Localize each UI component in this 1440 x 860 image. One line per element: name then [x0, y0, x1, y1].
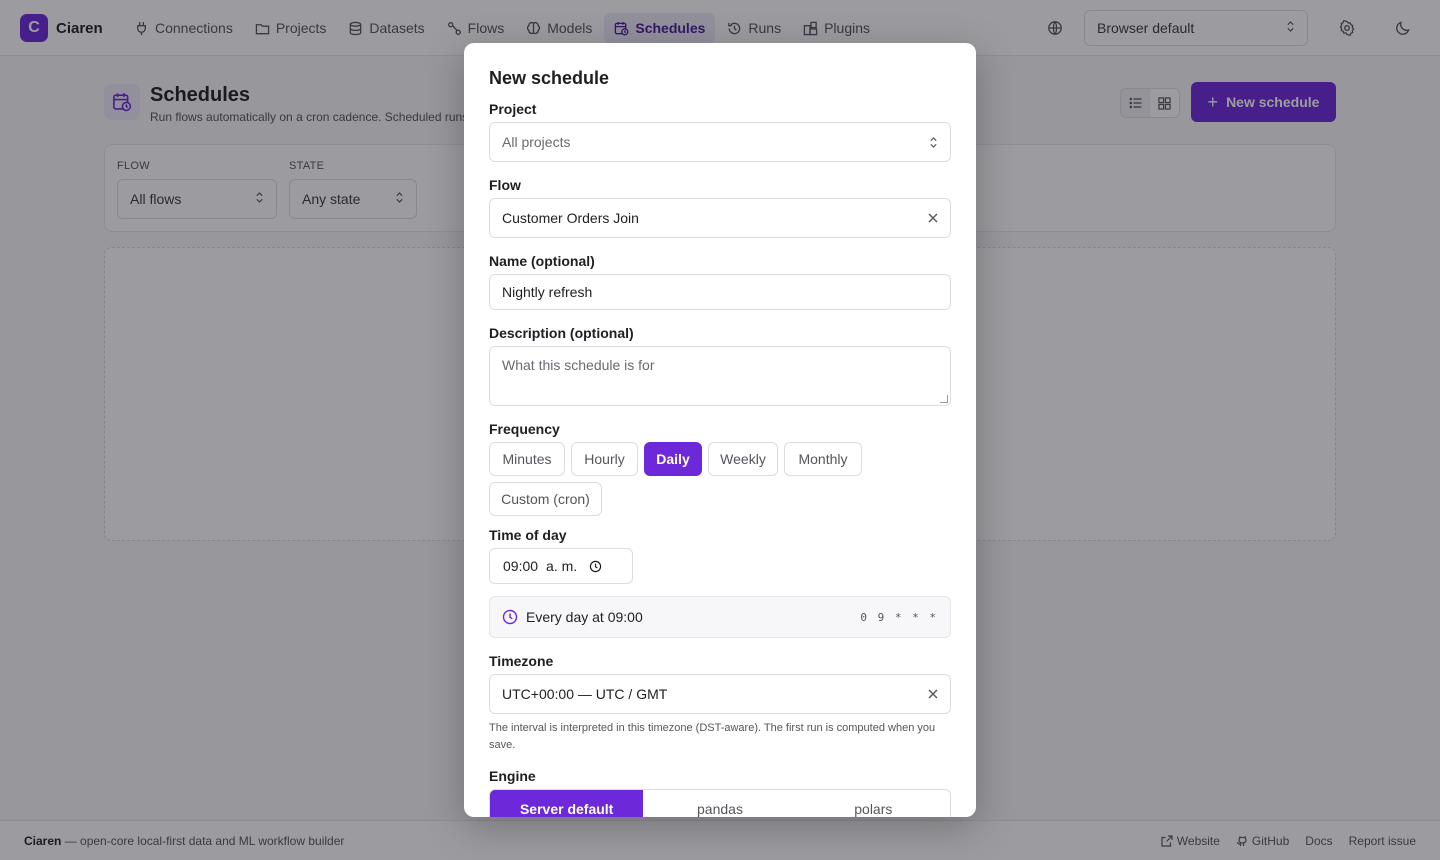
engine-option-server-default[interactable]: Server default: [490, 790, 644, 817]
clear-timezone-button[interactable]: [928, 689, 938, 699]
close-icon: [928, 689, 938, 699]
frequency-option-hourly[interactable]: Hourly: [571, 442, 638, 476]
time-label: Time of day: [489, 527, 567, 543]
flow-label: Flow: [489, 177, 521, 193]
clock-icon: [502, 609, 518, 625]
clear-flow-button[interactable]: [928, 213, 938, 223]
project-select-value: All projects: [502, 134, 571, 150]
flow-select[interactable]: Customer Orders Join: [489, 198, 951, 238]
description-textarea[interactable]: What this schedule is for: [489, 346, 951, 406]
engine-segmented-control: Server default pandas polars: [489, 789, 951, 817]
timezone-label: Timezone: [489, 653, 554, 669]
timezone-hint: The interval is interpreted in this time…: [489, 722, 936, 751]
project-select[interactable]: All projects: [489, 122, 951, 162]
project-label: Project: [489, 101, 537, 117]
schedule-summary: Every day at 09:00 0 9 * * *: [489, 596, 951, 638]
description-label: Description (optional): [489, 325, 634, 341]
cron-expression: 0 9 * * *: [860, 610, 938, 624]
engine-option-pandas[interactable]: pandas: [643, 790, 796, 817]
flow-select-value: Customer Orders Join: [502, 210, 639, 226]
engine-option-polars[interactable]: polars: [797, 790, 950, 817]
time-input-value: 09:00: [503, 558, 539, 574]
close-icon: [928, 213, 938, 223]
frequency-option-custom-cron[interactable]: Custom (cron): [489, 482, 602, 516]
name-label: Name (optional): [489, 253, 595, 269]
frequency-option-daily[interactable]: Daily: [644, 442, 702, 476]
frequency-option-weekly[interactable]: Weekly: [708, 442, 778, 476]
name-input-value: Nightly refresh: [502, 284, 593, 300]
description-placeholder: What this schedule is for: [502, 357, 655, 373]
chevron-up-down-icon: [929, 136, 938, 149]
time-input-period: a. m.: [546, 558, 578, 574]
frequency-option-monthly[interactable]: Monthly: [784, 442, 862, 476]
timezone-select[interactable]: UTC+00:00 — UTC / GMT: [489, 674, 951, 714]
name-input[interactable]: Nightly refresh: [489, 274, 951, 310]
resize-handle-icon[interactable]: [940, 395, 948, 403]
engine-label: Engine: [489, 768, 536, 784]
clock-icon[interactable]: [589, 560, 602, 573]
dialog-title: New schedule: [489, 68, 610, 88]
frequency-option-minutes[interactable]: Minutes: [489, 442, 565, 476]
frequency-label: Frequency: [489, 421, 560, 437]
schedule-summary-text: Every day at 09:00: [526, 609, 643, 625]
new-schedule-dialog: New schedule Project All projects Flow C…: [464, 43, 976, 817]
time-input[interactable]: 09:00 a. m.: [489, 548, 633, 584]
timezone-select-value: UTC+00:00 — UTC / GMT: [502, 686, 668, 702]
